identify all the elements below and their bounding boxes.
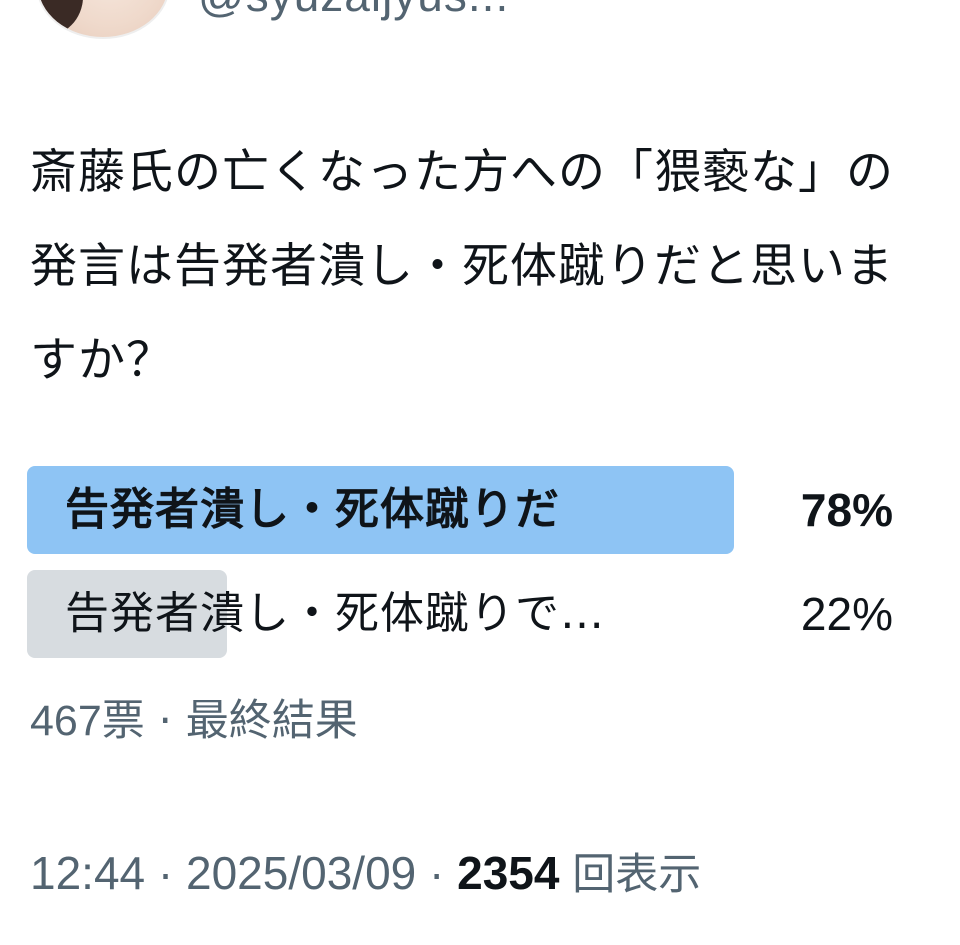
tweet-time[interactable]: 12:44	[30, 847, 145, 899]
poll-option-percent: 78%	[800, 484, 893, 536]
poll-option-percent: 22%	[800, 588, 893, 640]
user-handle[interactable]: @syuzaijyus...	[198, 0, 509, 22]
tweet-date[interactable]: 2025/03/09	[186, 847, 416, 899]
poll-option-1: 告発者潰し・死体蹴りだ 78%	[27, 466, 907, 554]
separator-dot: ·	[429, 847, 458, 899]
tweet-meta: 12:44 · 2025/03/09 · 2354 回表示	[30, 840, 701, 902]
tweet-text: 斎藤氏の亡くなった方への「猥褻な」の発言は告発者潰し・死体蹴りだと思いますか？	[30, 145, 894, 388]
poll-meta: 467票 · 最終結果	[30, 686, 358, 748]
poll-status: 最終結果	[185, 696, 358, 746]
avatar[interactable]	[36, 0, 170, 39]
poll-vote-count: 467	[30, 697, 102, 745]
separator-dot: ·	[157, 847, 187, 899]
poll-option-2: 告発者潰し・死体蹴りで… 22%	[27, 570, 907, 658]
poll-vote-unit: 票	[101, 696, 145, 746]
avatar-hair	[38, 0, 83, 37]
poll-option-label: 告発者潰し・死体蹴りで…	[65, 588, 605, 639]
poll-option-label: 告発者潰し・死体蹴りだ	[65, 484, 560, 535]
separator-dot: ·	[158, 696, 186, 746]
view-count: 2354	[457, 847, 560, 899]
view-count-label: 回表示	[572, 850, 702, 900]
